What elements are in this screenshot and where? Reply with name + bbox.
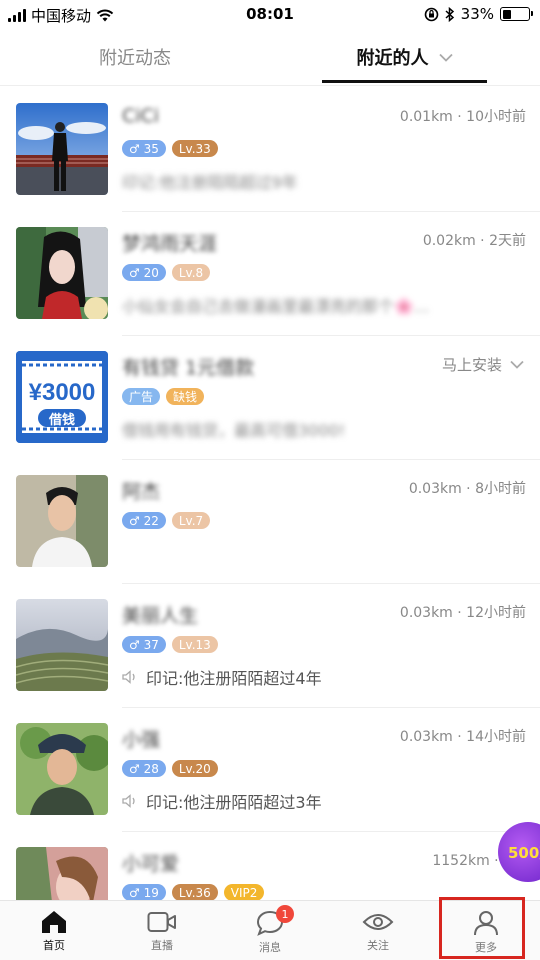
tag-row: 广告 缺钱 xyxy=(122,388,205,405)
gender-age-badge: ♂ 35 xyxy=(122,140,166,157)
active-tab-indicator xyxy=(322,80,487,83)
avatar[interactable] xyxy=(16,227,108,319)
battery-icon xyxy=(500,7,533,21)
level-badge: Lv.8 xyxy=(171,264,211,281)
ad-label: 借钱 xyxy=(38,409,86,428)
distance-time: 0.03km · 8小时前 xyxy=(408,481,526,497)
chevron-down-icon[interactable] xyxy=(438,53,453,62)
bluetooth-icon xyxy=(445,6,454,22)
bottom-nav: 首页 直播 消息 1 关注 更多 xyxy=(0,900,540,960)
tag-row: ♂ 20 Lv.8 xyxy=(122,264,211,281)
user-name: 小强 xyxy=(122,729,161,751)
tab-nearby-feed-label: 附近动态 xyxy=(99,48,171,69)
nav-more[interactable]: 更多 xyxy=(432,901,540,960)
app-screen: 中国移动 08:01 33% 附近动态 附近的人 CiCi 0.01km · 1… xyxy=(0,0,540,960)
home-icon xyxy=(42,911,66,933)
speaker-icon xyxy=(122,670,135,684)
list-item[interactable]: 阿杰 0.03km · 8小时前 ♂ 22 Lv.7 xyxy=(0,460,540,584)
status-bar: 中国移动 08:01 33% xyxy=(0,0,540,28)
ad-badge: 广告 xyxy=(122,388,161,405)
user-signature: 印记:他注册陌陌超过9年 xyxy=(122,173,298,192)
distance-time: 0.01km · 10小时前 xyxy=(399,109,526,125)
gender-age-badge: ♂ 22 xyxy=(122,512,166,529)
distance-time: 0.02km · 2天前 xyxy=(422,233,526,249)
distance-time: 0.03km · 12小时前 xyxy=(399,605,526,621)
list-item[interactable]: CiCi 0.01km · 10小时前 ♂ 35 Lv.33 印记:他注册陌陌超… xyxy=(0,88,540,212)
list-item[interactable]: 美丽人生 0.03km · 12小时前 ♂ 37 Lv.13 印记:他注册陌陌超… xyxy=(0,584,540,708)
nav-home[interactable]: 首页 xyxy=(0,901,108,960)
nav-live-label: 直播 xyxy=(151,939,173,952)
level-badge: Lv.36 xyxy=(171,884,218,901)
user-name: 小可爱 xyxy=(122,853,180,875)
gender-age-badge: ♂ 19 xyxy=(122,884,166,901)
avatar[interactable] xyxy=(16,723,108,815)
gender-age-badge: ♂ 28 xyxy=(122,760,166,777)
user-name: 美丽人生 xyxy=(122,605,199,627)
nav-live[interactable]: 直播 xyxy=(108,901,216,960)
level-badge: Lv.20 xyxy=(171,760,218,777)
carrier-label: 中国移动 xyxy=(31,7,92,25)
user-signature: 印记:他注册陌陌超过3年 xyxy=(122,789,322,813)
speaker-icon xyxy=(122,794,135,808)
user-signature-text: 印记:他注册陌陌超过4年 xyxy=(146,669,322,688)
tab-nearby-people-label: 附近的人 xyxy=(356,48,429,69)
list-item[interactable]: 梦鸿雨天涯 0.02km · 2天前 ♂ 20 Lv.8 小仙女会自己去做漫画里… xyxy=(0,212,540,336)
nav-more-label: 更多 xyxy=(475,941,497,954)
user-name: 梦鸿雨天涯 xyxy=(122,233,218,255)
nav-messages-label: 消息 xyxy=(259,941,281,954)
gender-age-badge: ♂ 37 xyxy=(122,636,166,653)
user-signature: 小仙女会自己去做漫画里最漂亮的那个🌸... xyxy=(122,297,430,316)
ad-title: 有钱贷 1元借款 xyxy=(122,357,255,379)
battery-percent: 33% xyxy=(460,5,494,23)
user-signature: 印记:他注册陌陌超过4年 xyxy=(122,665,322,689)
vip-badge: VIP2 xyxy=(223,884,265,901)
people-list: CiCi 0.01km · 10小时前 ♂ 35 Lv.33 印记:他注册陌陌超… xyxy=(0,88,540,956)
tag-row: ♂ 35 Lv.33 xyxy=(122,140,218,157)
tab-nearby-people[interactable]: 附近的人 xyxy=(322,28,487,86)
ad-item[interactable]: ¥3000 借钱 有钱贷 1元借款 马上安装 广告 缺钱 借钱用有钱贷，最高可借… xyxy=(0,336,540,460)
unread-badge: 1 xyxy=(276,905,294,923)
ad-amount: ¥3000 xyxy=(28,379,96,406)
category-badge: 缺钱 xyxy=(166,388,205,405)
level-badge: Lv.7 xyxy=(171,512,211,529)
level-badge: Lv.13 xyxy=(171,636,218,653)
install-label: 马上安装 xyxy=(441,356,502,374)
ad-description: 借钱用有钱贷，最高可借3000! xyxy=(122,421,346,440)
top-tabs: 附近动态 附近的人 xyxy=(0,28,540,86)
nav-home-label: 首页 xyxy=(43,939,65,952)
avatar[interactable] xyxy=(16,103,108,195)
tag-row: ♂ 37 Lv.13 xyxy=(122,636,218,653)
avatar[interactable] xyxy=(16,599,108,691)
list-item[interactable]: 小强 0.03km · 14小时前 ♂ 28 Lv.20 印记:他注册陌陌超过3… xyxy=(0,708,540,832)
person-icon xyxy=(474,911,498,936)
avatar[interactable] xyxy=(16,475,108,567)
distance-time: 0.03km · 14小时前 xyxy=(399,729,526,745)
user-signature-text: 印记:他注册陌陌超过3年 xyxy=(146,793,322,812)
install-button[interactable]: 马上安装 xyxy=(442,354,524,375)
video-icon xyxy=(147,912,176,932)
nav-follow[interactable]: 关注 xyxy=(324,901,432,960)
tag-row: ♂ 28 Lv.20 xyxy=(122,760,218,777)
gender-age-badge: ♂ 20 xyxy=(122,264,166,281)
tag-row: ♂ 22 Lv.7 xyxy=(122,512,211,529)
eye-icon xyxy=(362,914,394,930)
chevron-down-icon xyxy=(510,360,524,369)
tab-nearby-feed[interactable]: 附近动态 xyxy=(0,28,270,86)
wifi-icon xyxy=(96,9,114,22)
user-name: 阿杰 xyxy=(122,481,161,503)
level-badge: Lv.33 xyxy=(171,140,218,157)
rotation-lock-icon xyxy=(424,7,438,21)
nav-follow-label: 关注 xyxy=(367,939,389,952)
user-name: CiCi xyxy=(122,105,160,127)
nav-messages[interactable]: 消息 1 xyxy=(216,901,324,960)
signal-icon xyxy=(8,9,26,22)
ad-image[interactable]: ¥3000 借钱 xyxy=(16,351,108,443)
floating-promo-label: 500万 xyxy=(508,843,540,862)
tag-row: ♂ 19 Lv.36 VIP2 xyxy=(122,884,265,901)
